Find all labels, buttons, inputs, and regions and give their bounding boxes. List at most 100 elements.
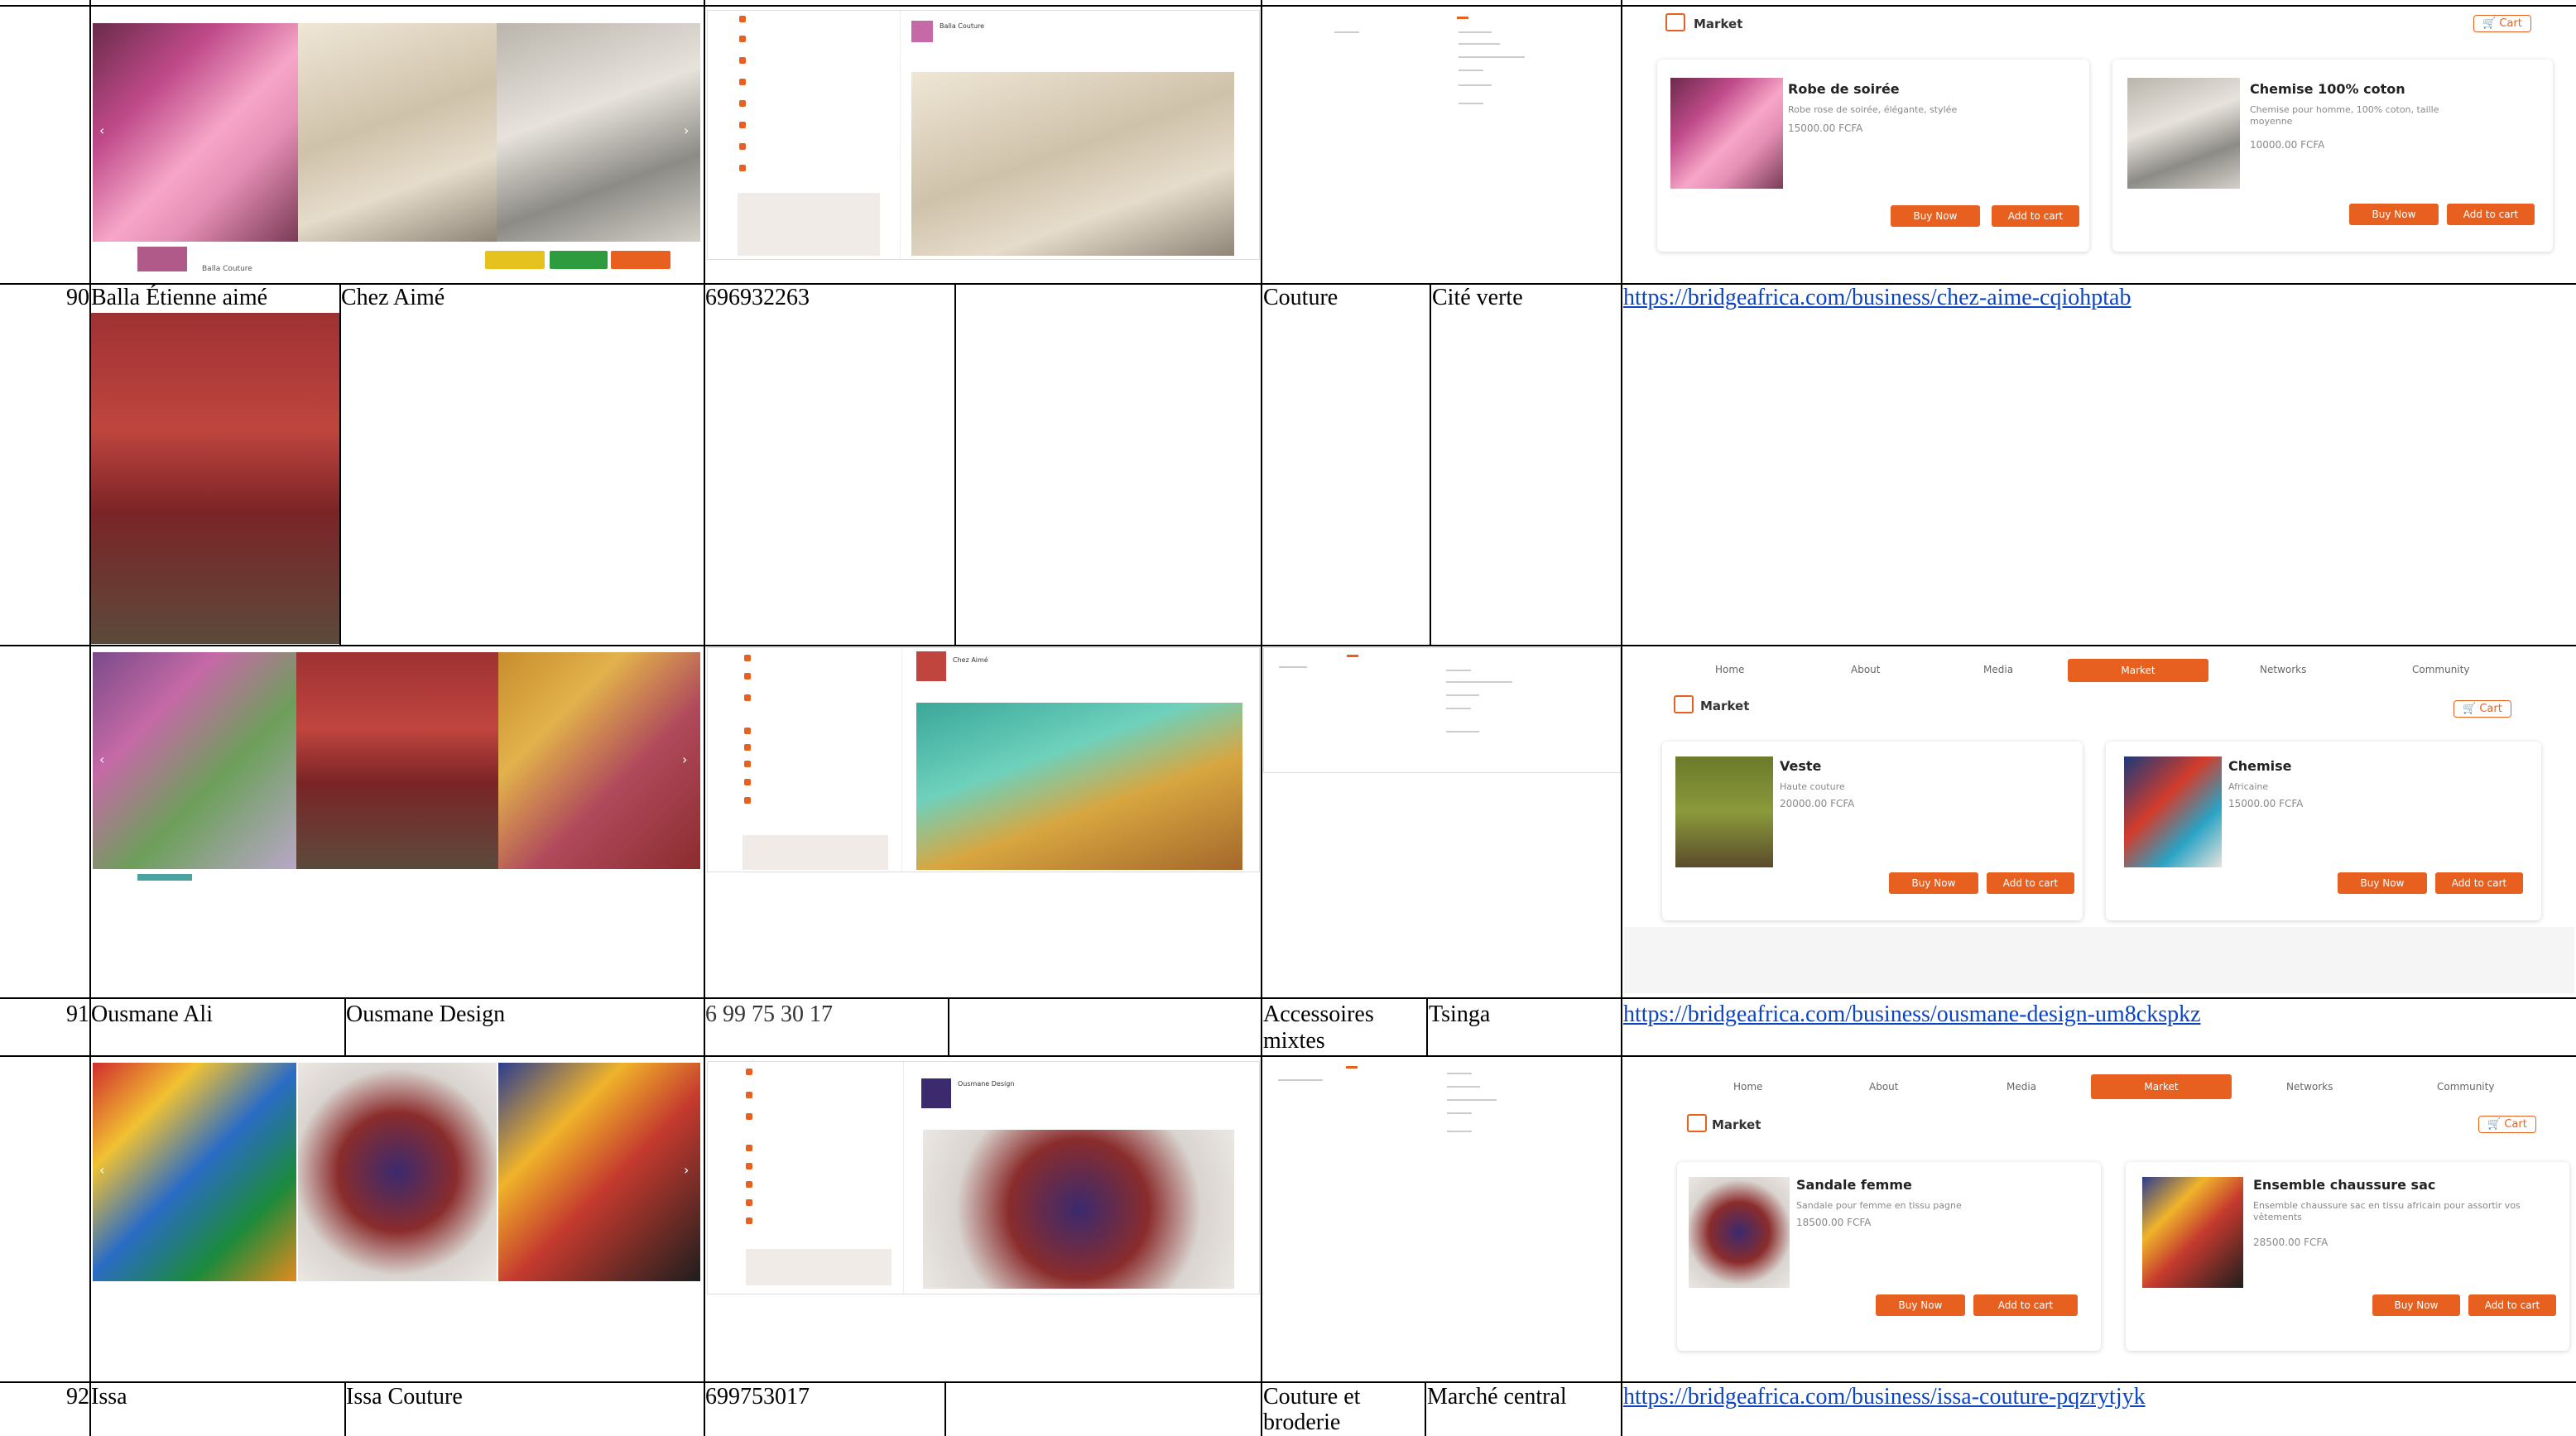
nav-item[interactable]: Networks [2260, 664, 2306, 675]
grid-line [1426, 997, 1428, 1055]
cart-button[interactable]: 🛒 Cart [2473, 15, 2531, 32]
grid-line [0, 645, 2576, 646]
cart-button[interactable]: 🛒 Cart [2478, 1116, 2536, 1133]
nav-item[interactable]: Home [1733, 1081, 1762, 1093]
buy-now-button[interactable]: Buy Now [1889, 872, 1978, 894]
buy-now-button[interactable]: Buy Now [1876, 1294, 1965, 1316]
nav-item[interactable]: Media [2006, 1081, 2036, 1093]
mail-icon [739, 143, 746, 150]
chevron-left-icon[interactable]: ‹ [99, 752, 104, 767]
product-name: Chemise [2228, 758, 2292, 774]
add-to-cart-button[interactable]: Add to cart [1987, 872, 2074, 894]
product-description: Robe rose de soirée, élégante, stylée [1788, 104, 1958, 115]
product-name: Ensemble chaussure sac [2253, 1177, 2436, 1193]
product-price: 15000.00 FCFA [2228, 798, 2304, 809]
page-screenshot [1263, 647, 1621, 773]
action-button[interactable] [611, 251, 670, 269]
action-button[interactable] [550, 251, 608, 269]
grid-line [704, 0, 705, 1436]
product-price: 28500.00 FCFA [2253, 1237, 2328, 1248]
business-name: Ousmane Design [346, 1001, 506, 1027]
buy-now-button[interactable]: Buy Now [1891, 205, 1980, 227]
business-link[interactable]: https://bridgeafrica.com/business/chez-a… [1623, 285, 2131, 311]
row-number: 92 [66, 1384, 89, 1410]
product-image [1675, 756, 1773, 867]
chevron-left-icon[interactable]: ‹ [99, 122, 104, 138]
home-icon [739, 16, 746, 22]
add-to-cart-button[interactable]: Add to cart [2447, 204, 2535, 225]
nav-item[interactable]: Community [2437, 1081, 2494, 1093]
nav-item[interactable]: Community [2412, 664, 2469, 675]
nav-item-active[interactable]: Market [2068, 659, 2208, 682]
link-icon [746, 1145, 752, 1151]
product-photo [298, 23, 497, 242]
business-page-screenshot: Balla Couture [707, 10, 1260, 260]
add-to-cart-button[interactable]: Add to cart [1973, 1294, 2078, 1316]
business-link[interactable]: https://bridgeafrica.com/business/issa-c… [1623, 1384, 2146, 1410]
store-icon [1687, 1114, 1707, 1132]
chevron-right-icon[interactable]: › [684, 122, 689, 138]
phone-icon [746, 1181, 752, 1188]
home-icon [744, 655, 751, 661]
grid-line [1430, 284, 1431, 645]
buy-now-button[interactable]: Buy Now [2338, 872, 2427, 894]
product-image [1689, 1177, 1790, 1288]
add-to-cart-button[interactable]: Add to cart [2435, 872, 2523, 894]
profile-name: Balla Couture [202, 265, 252, 273]
nav-item[interactable]: About [1851, 664, 1880, 675]
product-photo [296, 652, 498, 869]
product-card[interactable]: Sandale femme Sandale pour femme en tiss… [1677, 1162, 2101, 1351]
grid-line [0, 1055, 2576, 1057]
product-description: Ensemble chaussure sac en tissu africain… [2253, 1200, 2521, 1222]
community-icon [744, 744, 751, 751]
action-button[interactable] [485, 251, 545, 269]
cart-button[interactable]: 🛒 Cart [2453, 700, 2511, 718]
add-to-cart-button[interactable]: Add to cart [1992, 205, 2079, 227]
buy-now-button[interactable]: Buy Now [2349, 204, 2439, 225]
business-link[interactable]: https://bridgeafrica.com/business/ousman… [1623, 1001, 2201, 1028]
category-line: mixtes [1263, 1028, 1325, 1054]
owner-name: Ousmane Ali [91, 1001, 213, 1027]
chevron-right-icon[interactable]: › [684, 1162, 689, 1178]
grid-line [954, 284, 956, 645]
grid-line [89, 0, 91, 1436]
profile-name: Chez Aimé [953, 656, 988, 664]
grid-line [339, 284, 341, 645]
product-price: 10000.00 FCFA [2250, 139, 2325, 151]
clock-icon [739, 165, 746, 171]
thumbnail [137, 247, 187, 271]
phone-number: 696932263 [705, 285, 810, 310]
post-photo [911, 72, 1234, 256]
product-price: 15000.00 FCFA [1788, 122, 1863, 134]
market-title: Market [1700, 699, 1750, 713]
category: Couture [1263, 285, 1338, 310]
nav-item[interactable]: Networks [2286, 1081, 2333, 1093]
business-name: Issa Couture [346, 1384, 463, 1410]
product-card[interactable]: Ensemble chaussure sac Ensemble chaussur… [2126, 1162, 2569, 1351]
add-to-cart-button[interactable]: Add to cart [2468, 1294, 2556, 1316]
page-screenshot [1263, 10, 1619, 134]
owner-name: Balla Étienne aimé [91, 285, 268, 310]
product-card[interactable]: Veste Haute couture 20000.00 FCFA Buy No… [1662, 742, 2083, 920]
product-photo [497, 23, 700, 242]
nav-item[interactable]: About [1869, 1081, 1898, 1093]
product-photo [298, 1063, 497, 1281]
chevron-right-icon[interactable]: › [682, 752, 687, 767]
buy-now-button[interactable]: Buy Now [2372, 1294, 2460, 1316]
profile-name: Ousmane Design [958, 1080, 1015, 1088]
nav-item[interactable]: Media [1983, 664, 2013, 675]
product-description: Chemise pour homme, 100% coton, taille m… [2250, 104, 2439, 127]
market-section: Market 🛒 Cart Robe de soirée Robe rose d… [1624, 8, 2574, 281]
product-image [2127, 78, 2240, 189]
nav-item-active[interactable]: Market [2091, 1074, 2232, 1099]
product-card[interactable]: Chemise 100% coton Chemise pour homme, 1… [2112, 60, 2553, 252]
product-card[interactable]: Robe de soirée Robe rose de soirée, élég… [1657, 60, 2089, 252]
search-icon [746, 1092, 752, 1098]
link-icon [739, 79, 746, 85]
chevron-left-icon[interactable]: ‹ [99, 1162, 104, 1178]
product-card[interactable]: Chemise Africaine 15000.00 FCFA Buy Now … [2106, 742, 2541, 920]
page-screenshot [1263, 1061, 1619, 1185]
nav-item[interactable]: Home [1715, 664, 1744, 675]
product-description: Haute couture [1780, 781, 1845, 792]
product-photo [93, 23, 298, 242]
